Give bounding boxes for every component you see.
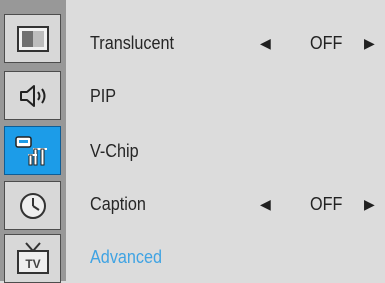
translucent-value: OFF xyxy=(310,32,343,53)
menu-item-label: Translucent xyxy=(90,32,175,53)
menu-item-label: PIP xyxy=(90,85,117,106)
speaker-icon xyxy=(19,84,45,107)
left-arrow-icon[interactable]: ◀ xyxy=(260,35,271,52)
right-arrow-icon[interactable]: ▶ xyxy=(364,196,375,213)
tab-input[interactable]: TV xyxy=(4,234,61,283)
picture-icon xyxy=(16,25,49,52)
menu-item-translucent[interactable]: Translucent ◀ OFF ▶ xyxy=(90,28,385,58)
category-sidebar: TV xyxy=(0,0,66,283)
menu-item-v-chip[interactable]: V-Chip xyxy=(90,136,385,166)
tab-sound[interactable] xyxy=(4,71,61,120)
setup-tools-icon xyxy=(14,135,47,165)
left-arrow-icon[interactable]: ◀ xyxy=(260,196,271,213)
menu-item-pip[interactable]: PIP xyxy=(90,81,385,111)
menu-item-label: V-Chip xyxy=(90,140,139,161)
tab-picture[interactable] xyxy=(4,14,61,63)
tv-icon: TV xyxy=(16,241,49,274)
menu-item-label: Caption xyxy=(90,193,146,214)
menu-item-advanced[interactable]: Advanced xyxy=(90,242,385,272)
osd-menu: TV Translucent ◀ OFF ▶ PIP V-Chip Captio… xyxy=(0,0,385,283)
tab-time[interactable] xyxy=(4,181,61,230)
caption-value: OFF xyxy=(310,193,343,214)
menu-item-label: Advanced xyxy=(90,246,163,267)
tab-setup[interactable] xyxy=(4,126,61,175)
svg-text:TV: TV xyxy=(25,257,40,271)
clock-icon xyxy=(19,192,46,219)
menu-item-caption[interactable]: Caption ◀ OFF ▶ xyxy=(90,189,385,219)
right-arrow-icon[interactable]: ▶ xyxy=(364,35,375,52)
setup-menu-list: Translucent ◀ OFF ▶ PIP V-Chip Caption ◀… xyxy=(66,0,385,281)
